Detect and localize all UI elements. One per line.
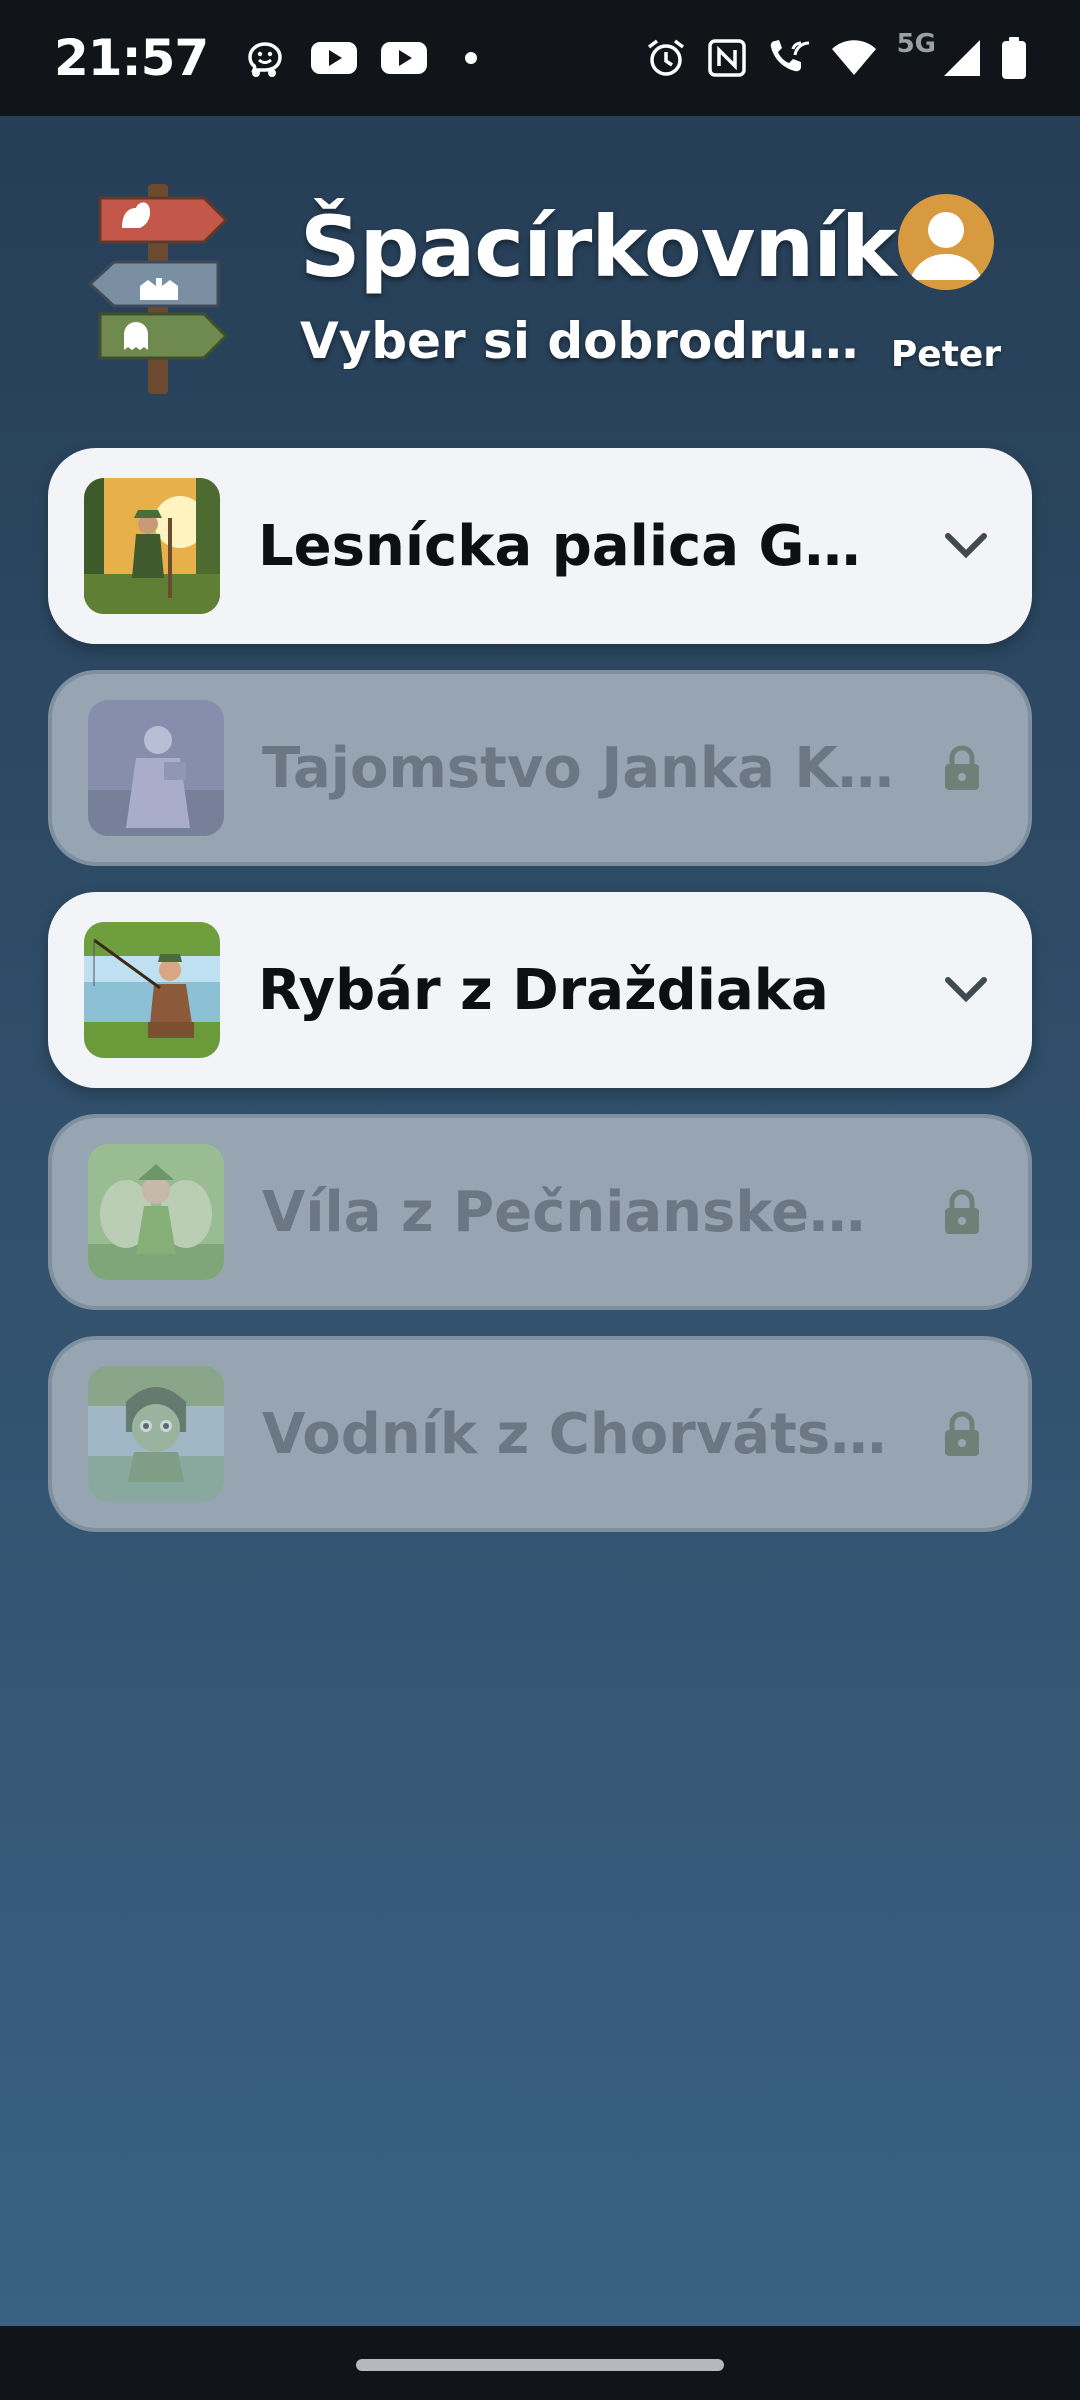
app-subtitle: Vyber si dobrodruž... <box>300 312 870 370</box>
adventure-thumbnail-water-goblin <box>88 1366 224 1502</box>
chevron-down-icon[interactable] <box>938 518 994 574</box>
notification-dot-icon <box>464 51 478 65</box>
wifi-calling-icon <box>767 37 811 79</box>
profile-name[interactable]: Peter <box>870 334 1022 375</box>
signpost-logo <box>82 184 234 394</box>
adventure-card[interactable]: Lesnícka palica Gejz... <box>48 448 1032 644</box>
app-screen: Špacírkovník Vyber si dobrodruž... Peter <box>0 116 1080 2326</box>
adventure-title: Rybár z Draždiaka <box>258 957 829 1023</box>
adventure-card-locked[interactable]: Vodník z Chorvátské... <box>48 1336 1032 1532</box>
notification-icons <box>242 35 478 81</box>
battery-icon <box>1002 37 1026 79</box>
network-type: 5G <box>896 29 936 59</box>
wifi-icon <box>831 39 877 77</box>
adventure-card[interactable]: Rybár z Draždiaka <box>48 892 1032 1088</box>
person-icon <box>910 212 982 280</box>
youtube-icon <box>310 40 358 76</box>
adventure-title: Víla z Pečnianskeho l... <box>262 1179 902 1245</box>
header: Špacírkovník Vyber si dobrodruž... Peter <box>0 116 1080 446</box>
status-bar: 21:57 5G <box>0 0 1080 116</box>
home-gesture-handle[interactable] <box>356 2359 724 2371</box>
adventure-thumbnail-forest-walker <box>84 478 220 614</box>
chevron-down-icon[interactable] <box>938 962 994 1018</box>
adventure-thumbnail-fairy <box>88 1144 224 1280</box>
waze-icon <box>242 35 288 81</box>
signal-icon <box>942 38 982 78</box>
adventure-card-locked[interactable]: Víla z Pečnianskeho l... <box>48 1114 1032 1310</box>
adventure-title: Tajomstvo Janka Kráľa <box>262 735 902 801</box>
adventure-list: Lesnícka palica Gejz... Tajomstvo Janka … <box>48 448 1032 1558</box>
nfc-icon <box>707 38 747 78</box>
adventure-card-locked[interactable]: Tajomstvo Janka Kráľa <box>48 670 1032 866</box>
adventure-title: Vodník z Chorvátské... <box>262 1401 902 1467</box>
adventure-thumbnail-fisherman <box>84 922 220 1058</box>
app-title: Špacírkovník <box>300 198 897 296</box>
lock-icon <box>934 1184 990 1240</box>
lock-icon <box>934 740 990 796</box>
alarm-icon <box>645 37 687 79</box>
navigation-bar <box>0 2326 1080 2400</box>
lock-icon <box>934 1406 990 1462</box>
status-time: 21:57 <box>54 29 209 87</box>
adventure-thumbnail-ghost <box>88 700 224 836</box>
adventure-title: Lesnícka palica Gejz... <box>258 513 898 579</box>
system-icons: 5G <box>645 29 1026 79</box>
profile-avatar[interactable] <box>898 194 994 290</box>
youtube-icon <box>380 40 428 76</box>
